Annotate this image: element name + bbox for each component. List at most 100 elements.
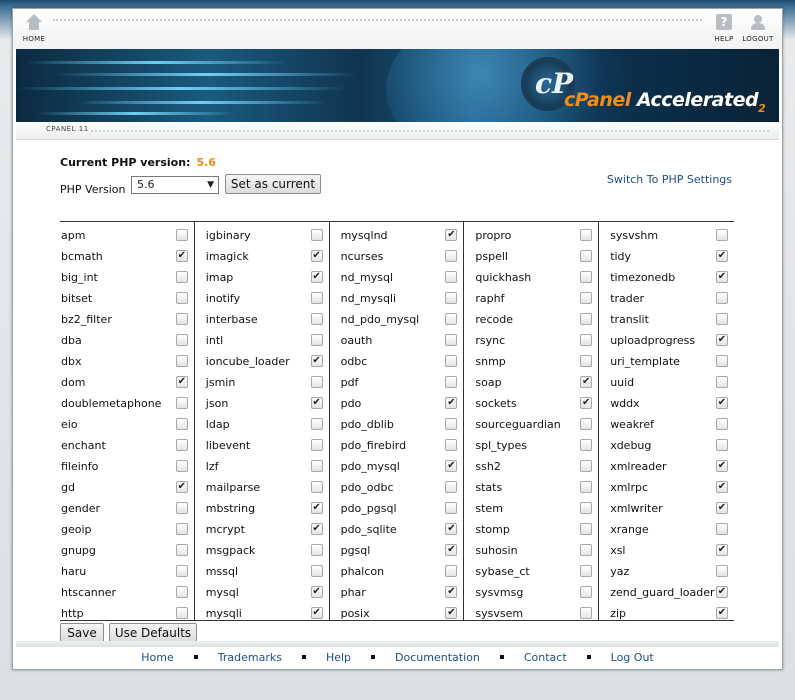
extension-checkbox[interactable] xyxy=(715,565,728,577)
extension-checkbox[interactable] xyxy=(580,313,593,325)
extension-checkbox[interactable] xyxy=(310,565,323,577)
extension-checkbox[interactable]: ✔ xyxy=(445,523,458,535)
extension-checkbox[interactable] xyxy=(580,523,593,535)
extension-checkbox[interactable] xyxy=(580,544,593,556)
extension-checkbox[interactable] xyxy=(175,502,188,514)
extension-checkbox[interactable]: ✔ xyxy=(310,397,323,409)
extension-checkbox[interactable] xyxy=(175,418,188,430)
extension-checkbox[interactable] xyxy=(175,397,188,409)
extension-checkbox[interactable] xyxy=(175,439,188,451)
extension-checkbox[interactable] xyxy=(445,271,458,283)
footer-link[interactable]: Log Out xyxy=(611,651,654,664)
logout-button[interactable]: LOGOUT xyxy=(741,13,775,43)
footer-link[interactable]: Help xyxy=(326,651,351,664)
extension-checkbox[interactable]: ✔ xyxy=(445,229,458,241)
extension-checkbox[interactable] xyxy=(310,544,323,556)
extension-checkbox[interactable] xyxy=(310,481,323,493)
extension-checkbox[interactable] xyxy=(580,586,593,598)
extension-checkbox[interactable] xyxy=(175,313,188,325)
extension-checkbox[interactable] xyxy=(175,565,188,577)
extension-checkbox[interactable] xyxy=(580,292,593,304)
extension-checkbox[interactable]: ✔ xyxy=(715,586,728,598)
extension-checkbox[interactable] xyxy=(175,523,188,535)
extension-checkbox[interactable] xyxy=(580,250,593,262)
use-defaults-button[interactable]: Use Defaults xyxy=(109,623,197,643)
home-button[interactable]: HOME xyxy=(17,13,51,43)
extension-checkbox[interactable] xyxy=(445,355,458,367)
extension-checkbox[interactable]: ✔ xyxy=(310,271,323,283)
extension-checkbox[interactable] xyxy=(175,460,188,472)
extension-checkbox[interactable] xyxy=(445,481,458,493)
extension-checkbox[interactable] xyxy=(580,481,593,493)
set-as-current-button[interactable]: Set as current xyxy=(225,174,321,194)
extension-checkbox[interactable]: ✔ xyxy=(445,586,458,598)
extension-checkbox[interactable] xyxy=(175,607,188,619)
extension-checkbox[interactable]: ✔ xyxy=(715,544,728,556)
extension-checkbox[interactable] xyxy=(310,376,323,388)
footer-link[interactable]: Home xyxy=(141,651,173,664)
extension-checkbox[interactable] xyxy=(310,292,323,304)
extension-checkbox[interactable] xyxy=(580,565,593,577)
extension-checkbox[interactable] xyxy=(445,334,458,346)
extension-checkbox[interactable]: ✔ xyxy=(715,502,728,514)
extension-checkbox[interactable] xyxy=(580,229,593,241)
extension-checkbox[interactable] xyxy=(580,502,593,514)
extension-checkbox[interactable] xyxy=(580,355,593,367)
extension-checkbox[interactable]: ✔ xyxy=(445,397,458,409)
extension-checkbox[interactable] xyxy=(715,376,728,388)
extension-checkbox[interactable]: ✔ xyxy=(715,397,728,409)
extension-checkbox[interactable] xyxy=(310,439,323,451)
extension-checkbox[interactable]: ✔ xyxy=(715,607,728,619)
footer-link[interactable]: Documentation xyxy=(395,651,480,664)
extension-checkbox[interactable] xyxy=(310,460,323,472)
save-button[interactable]: Save xyxy=(60,623,104,643)
extension-checkbox[interactable]: ✔ xyxy=(175,481,188,493)
extension-checkbox[interactable] xyxy=(715,313,728,325)
extension-checkbox[interactable] xyxy=(445,250,458,262)
php-version-select[interactable]: 5.6 ▼ xyxy=(131,176,219,194)
extension-checkbox[interactable] xyxy=(715,418,728,430)
extension-checkbox[interactable] xyxy=(310,229,323,241)
footer-link[interactable]: Trademarks xyxy=(218,651,282,664)
extension-checkbox[interactable] xyxy=(445,313,458,325)
footer-link[interactable]: Contact xyxy=(524,651,567,664)
extension-checkbox[interactable]: ✔ xyxy=(310,523,323,535)
extension-checkbox[interactable]: ✔ xyxy=(445,460,458,472)
extension-checkbox[interactable] xyxy=(715,523,728,535)
extension-checkbox[interactable]: ✔ xyxy=(715,334,728,346)
extension-checkbox[interactable] xyxy=(580,460,593,472)
extension-checkbox[interactable]: ✔ xyxy=(580,397,593,409)
extension-checkbox[interactable] xyxy=(175,355,188,367)
extension-checkbox[interactable] xyxy=(580,334,593,346)
extension-checkbox[interactable] xyxy=(175,586,188,598)
extension-checkbox[interactable] xyxy=(310,418,323,430)
extension-checkbox[interactable] xyxy=(715,439,728,451)
extension-checkbox[interactable] xyxy=(445,502,458,514)
extension-checkbox[interactable] xyxy=(580,607,593,619)
extension-checkbox[interactable]: ✔ xyxy=(310,607,323,619)
extension-checkbox[interactable] xyxy=(445,376,458,388)
extension-checkbox[interactable]: ✔ xyxy=(580,376,593,388)
extension-checkbox[interactable] xyxy=(715,355,728,367)
extension-checkbox[interactable] xyxy=(580,271,593,283)
extension-checkbox[interactable]: ✔ xyxy=(445,544,458,556)
extension-checkbox[interactable]: ✔ xyxy=(310,250,323,262)
extension-checkbox[interactable]: ✔ xyxy=(715,271,728,283)
extension-checkbox[interactable] xyxy=(310,334,323,346)
switch-to-php-settings-link[interactable]: Switch To PHP Settings xyxy=(607,173,732,186)
extension-checkbox[interactable]: ✔ xyxy=(715,460,728,472)
extension-checkbox[interactable] xyxy=(445,439,458,451)
extension-checkbox[interactable]: ✔ xyxy=(310,586,323,598)
extension-checkbox[interactable] xyxy=(175,292,188,304)
extension-checkbox[interactable] xyxy=(445,418,458,430)
extension-checkbox[interactable]: ✔ xyxy=(175,250,188,262)
extension-checkbox[interactable] xyxy=(715,229,728,241)
extension-checkbox[interactable] xyxy=(580,418,593,430)
extension-checkbox[interactable] xyxy=(175,544,188,556)
extension-checkbox[interactable] xyxy=(175,271,188,283)
extension-checkbox[interactable] xyxy=(445,565,458,577)
extension-checkbox[interactable] xyxy=(175,334,188,346)
help-button[interactable]: ? HELP xyxy=(707,13,741,43)
extension-checkbox[interactable]: ✔ xyxy=(715,250,728,262)
extension-checkbox[interactable] xyxy=(310,313,323,325)
